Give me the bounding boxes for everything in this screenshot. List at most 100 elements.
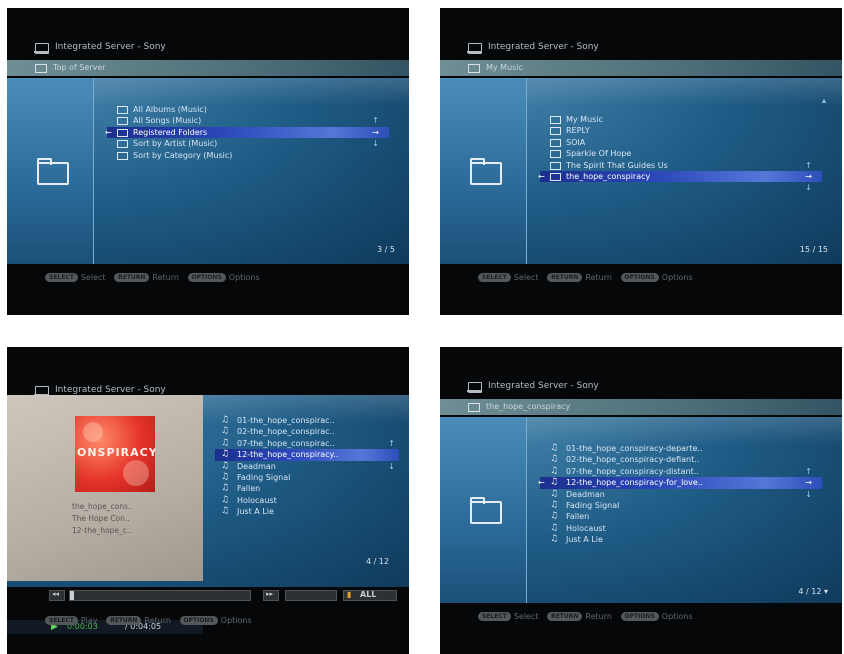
list-item-label: Just A Lie bbox=[237, 507, 274, 517]
folder-icon bbox=[550, 172, 561, 181]
options-key-pill: OPTIONS bbox=[620, 612, 659, 621]
list-item-label: My Music bbox=[566, 115, 603, 124]
list-item-label: Fading Signal bbox=[566, 500, 620, 510]
list-item-selected[interactable]: ♫ 12-the_hope_conspiracy.. bbox=[215, 449, 399, 461]
list-item-label: Deadman bbox=[566, 489, 605, 499]
list-item[interactable]: SOIA bbox=[540, 137, 822, 148]
list-item-label: All Songs (Music) bbox=[133, 116, 202, 126]
list-item[interactable]: ♫ Fallen bbox=[215, 483, 399, 494]
music-note-icon: ♫ bbox=[221, 460, 230, 471]
track-info: the_hope_cons.. The Hope Con.. 12-the_ho… bbox=[72, 501, 133, 537]
scroll-up-icon[interactable]: ↑ bbox=[388, 438, 395, 449]
play-hint: Play bbox=[80, 616, 98, 625]
list-item[interactable]: ♫ Deadman ↓ bbox=[215, 461, 399, 472]
folder-icon bbox=[550, 161, 561, 170]
list-item[interactable]: ♫ Fading Signal bbox=[540, 500, 822, 511]
list-item[interactable]: ♫ Just A Lie bbox=[215, 506, 399, 517]
music-note-icon: ♫ bbox=[550, 477, 559, 488]
list-item-label: Holocaust bbox=[237, 495, 277, 505]
list-item[interactable]: My Music bbox=[540, 114, 822, 125]
scroll-down-icon[interactable]: ↓ bbox=[388, 461, 395, 472]
album-name: The Hope Con.. bbox=[72, 514, 130, 523]
folder-icon bbox=[550, 138, 561, 147]
transport-controls: ◂◂ ▸▸ ▮ ALL bbox=[49, 590, 405, 601]
options-hint: Options bbox=[661, 273, 693, 282]
scroll-up-icon[interactable]: ↑ bbox=[805, 466, 812, 477]
breadcrumb-label: the_hope_conspiracy bbox=[486, 402, 571, 411]
return-hint: Return bbox=[585, 273, 612, 282]
list-item[interactable]: ♫ 01-the_hope_conspiracy-departe.. bbox=[540, 443, 822, 454]
fast-forward-icon: ▸▸ bbox=[266, 590, 274, 598]
list-item[interactable]: ♫ 02-the_hope_conspirac.. bbox=[215, 426, 399, 437]
music-note-icon: ♫ bbox=[221, 471, 230, 482]
folder-preview bbox=[7, 78, 94, 264]
list-item[interactable]: ♫ Fading Signal bbox=[215, 472, 399, 483]
folder-icon bbox=[550, 116, 561, 124]
list-item[interactable]: All Albums (Music) bbox=[107, 104, 389, 115]
list-item-label: 12-the_hope_conspiracy-for_love.. bbox=[566, 478, 703, 488]
music-note-icon: ♫ bbox=[221, 449, 230, 460]
music-note-icon: ♫ bbox=[221, 483, 230, 494]
album-pane: ONSPIRACY the_hope_cons.. The Hope Con..… bbox=[7, 395, 203, 634]
return-key-pill: RETURN bbox=[547, 612, 583, 621]
folder-icon bbox=[117, 140, 128, 149]
screen-track-list: Integrated Server - Sony the_hope_conspi… bbox=[440, 347, 842, 654]
list-item[interactable]: All Songs (Music) ↑ bbox=[107, 115, 389, 126]
fast-forward-button[interactable]: ▸▸ bbox=[263, 590, 279, 601]
scroll-down-icon[interactable]: ↓ bbox=[805, 489, 812, 500]
scroll-up-icon[interactable]: ↑ bbox=[805, 160, 812, 171]
laptop-icon bbox=[467, 43, 482, 54]
list-item[interactable]: Sort by Category (Music) bbox=[107, 150, 389, 161]
repeat-mode[interactable]: ▮ ALL bbox=[343, 590, 397, 601]
list-item[interactable]: ♫ Deadman ↓ bbox=[540, 489, 822, 500]
rewind-button[interactable]: ◂◂ bbox=[49, 590, 65, 601]
music-note-icon: ♫ bbox=[221, 415, 230, 425]
arrow-right-icon[interactable]: → bbox=[805, 171, 812, 182]
scroll-up-icon[interactable]: ↑ bbox=[372, 115, 379, 126]
list-item[interactable]: ♫ Holocaust bbox=[540, 523, 822, 534]
list-item[interactable]: REPLY bbox=[540, 125, 822, 136]
list-item[interactable]: ♫ Fallen bbox=[540, 511, 822, 522]
arrow-right-icon[interactable]: → bbox=[372, 127, 379, 138]
list-item-selected[interactable]: ← ♫ 12-the_hope_conspiracy-for_love.. → bbox=[538, 477, 822, 489]
music-note-icon: ♫ bbox=[550, 522, 559, 533]
list-item-selected[interactable]: ← Registered Folders → bbox=[105, 126, 389, 139]
screen-my-music: Integrated Server - Sony My Music ▴ My M… bbox=[440, 8, 842, 315]
artist-name: the_hope_cons.. bbox=[72, 502, 133, 511]
music-note-icon: ♫ bbox=[550, 488, 559, 499]
breadcrumb-label: My Music bbox=[486, 63, 523, 72]
list-item-selected[interactable]: ← the_hope_conspiracy → bbox=[538, 170, 822, 183]
scroll-down-icon[interactable]: ↓ bbox=[805, 182, 812, 193]
list-item-label: The Spirit That Guides Us bbox=[566, 160, 668, 170]
seek-bar[interactable] bbox=[69, 590, 251, 601]
music-note-icon: ♫ bbox=[550, 465, 559, 476]
volume-bar[interactable] bbox=[285, 590, 337, 601]
list-item[interactable]: ♫ 02-the_hope_conspiracy-defiant.. bbox=[540, 454, 822, 465]
laptop-icon bbox=[467, 382, 482, 393]
return-key-pill: RETURN bbox=[106, 616, 142, 625]
music-note-icon: ♫ bbox=[221, 437, 230, 448]
button-guide: SELECT Select RETURN Return OPTIONS Options bbox=[7, 266, 409, 290]
arrow-right-icon[interactable]: → bbox=[805, 477, 812, 488]
list-item-label: Fallen bbox=[237, 484, 261, 494]
music-note-icon: ♫ bbox=[550, 534, 559, 545]
list-item[interactable]: ♫ 07-the_hope_conspirac.. ↑ bbox=[215, 438, 399, 449]
track-list: ♫ 01-the_hope_conspirac.. ♫ 02-the_hope_co… bbox=[215, 415, 399, 518]
list-item[interactable]: Sort by Artist (Music) ↓ bbox=[107, 138, 389, 149]
list-item[interactable]: ♫ Just A Lie bbox=[540, 534, 822, 545]
album-cover: ONSPIRACY bbox=[75, 416, 155, 492]
scroll-up-arrow-icon[interactable]: ▴ bbox=[822, 96, 826, 105]
content-panel: ONSPIRACY the_hope_cons.. The Hope Con..… bbox=[7, 395, 409, 634]
return-hint: Return bbox=[152, 273, 179, 282]
list-item[interactable]: ♫ 07-the_hope_conspiracy-distant.. ↑ bbox=[540, 466, 822, 477]
item-list: My Music REPLY SOIA Sparkle Of Hope The … bbox=[538, 114, 822, 194]
list-item-label: SOIA bbox=[566, 137, 586, 147]
list-item[interactable]: Sparkle Of Hope bbox=[540, 148, 822, 159]
list-item[interactable]: The Spirit That Guides Us ↑ bbox=[540, 160, 822, 171]
scroll-down-icon[interactable]: ↓ bbox=[372, 138, 379, 149]
server-title: Integrated Server - Sony bbox=[55, 385, 166, 395]
repeat-indicator-icon: ▮ bbox=[347, 590, 352, 599]
options-hint: Options bbox=[220, 616, 252, 625]
list-item[interactable]: ♫ 01-the_hope_conspirac.. bbox=[215, 415, 399, 426]
list-item[interactable]: ♫ Holocaust bbox=[215, 495, 399, 506]
